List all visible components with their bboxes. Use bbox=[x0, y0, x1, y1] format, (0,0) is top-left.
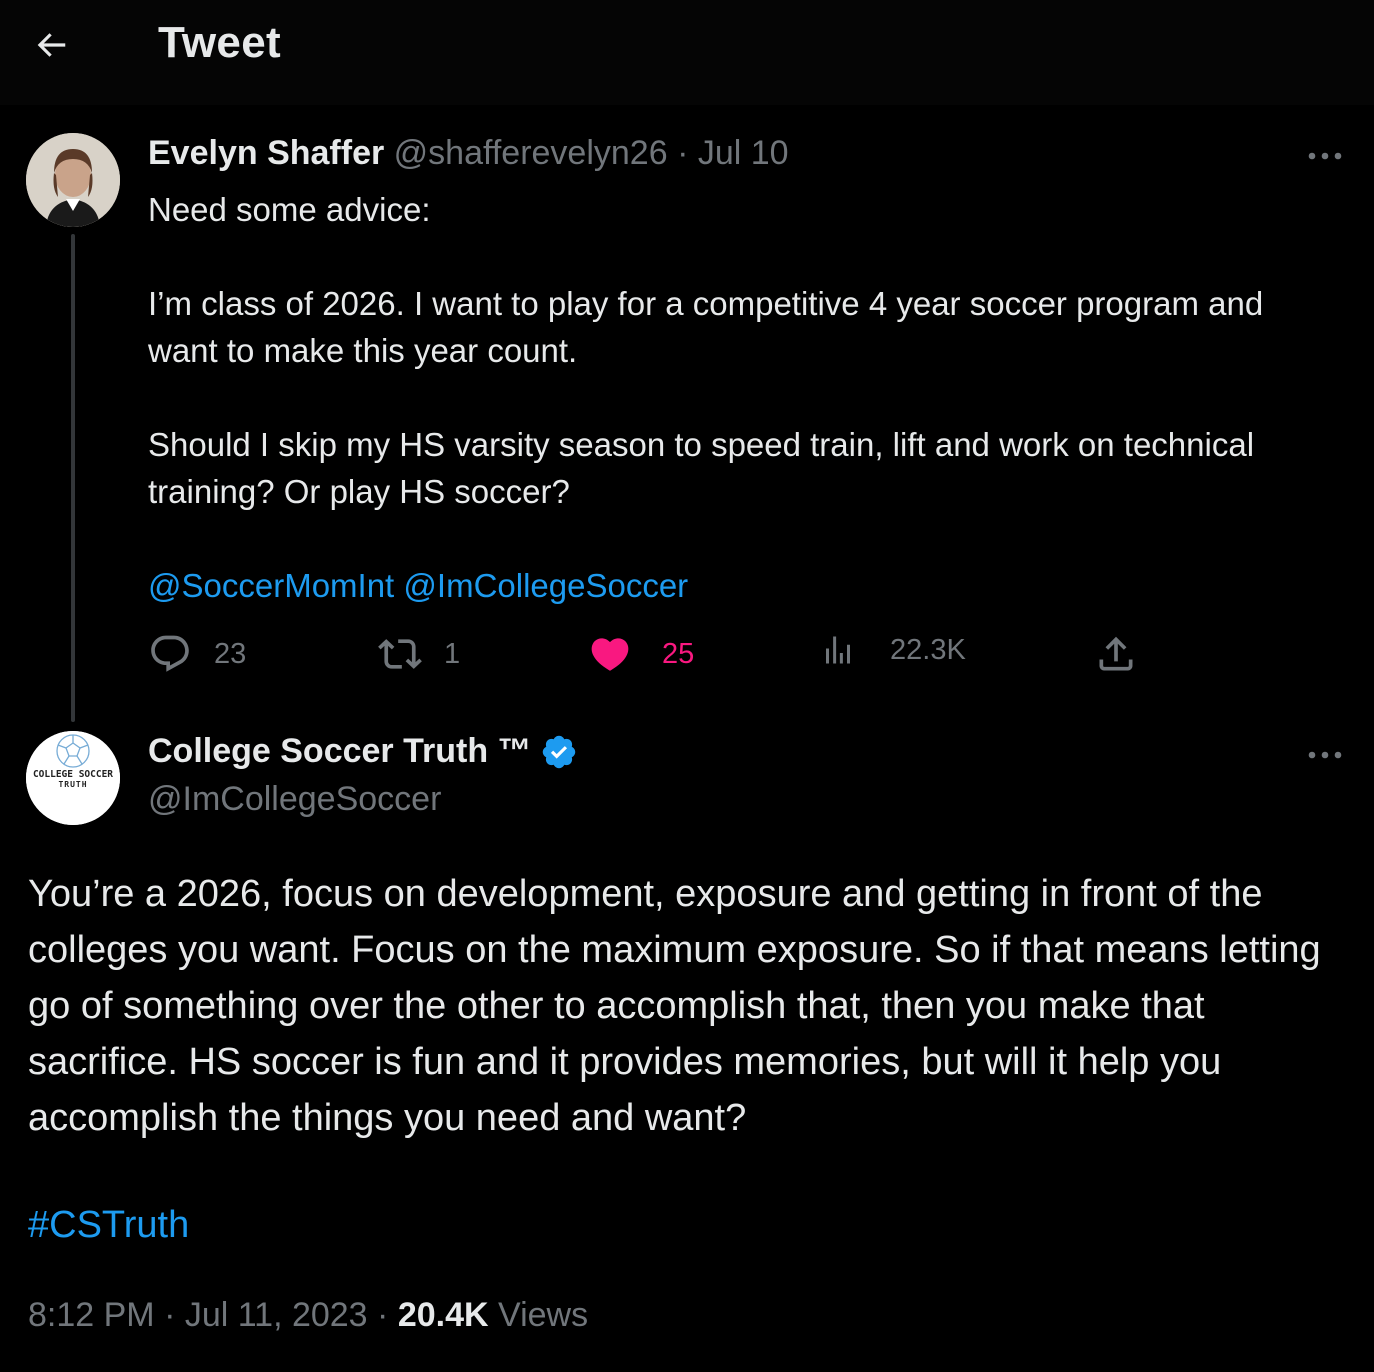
tweet-text-paragraph: Should I skip my HS varsity season to sp… bbox=[148, 426, 1255, 510]
view-count: 22.3K bbox=[890, 633, 966, 666]
tweet-time[interactable]: 8:12 PM bbox=[28, 1296, 155, 1334]
reply-author-name-row: College Soccer Truth ™ bbox=[148, 732, 578, 771]
verified-badge-icon[interactable] bbox=[540, 733, 578, 771]
heart-filled-icon bbox=[591, 638, 629, 671]
share-button[interactable] bbox=[1094, 632, 1138, 676]
arrow-left-icon bbox=[37, 33, 66, 57]
author-handle[interactable]: @shafferevelyn26 bbox=[394, 134, 668, 172]
top-bar: Tweet bbox=[0, 0, 1374, 105]
more-options-button[interactable] bbox=[1305, 740, 1345, 770]
avatar-logo-text: TRUTH bbox=[58, 780, 87, 789]
meta-separator: · bbox=[377, 1296, 389, 1334]
author-name[interactable]: Evelyn Shaffer bbox=[148, 134, 384, 172]
share-upload-icon bbox=[1099, 636, 1133, 671]
avatar-logo-text: COLLEGE SOCCER bbox=[33, 769, 113, 780]
page-title: Tweet bbox=[158, 18, 281, 67]
tweet-timestamp-views: 8:12 PM · Jul 11, 2023 · 20.4K Views bbox=[28, 1296, 588, 1335]
thread-connector-line bbox=[71, 234, 75, 722]
reply-tweet-text: You’re a 2026, focus on development, exp… bbox=[28, 873, 1321, 1139]
like-count: 25 bbox=[662, 637, 695, 670]
mention-link[interactable]: @SoccerMomInt bbox=[148, 567, 394, 604]
tweet-author-meta: Evelyn Shaffer @shafferevelyn26 · Jul 10 bbox=[148, 134, 789, 173]
author-name[interactable]: College Soccer Truth ™ bbox=[148, 732, 532, 771]
avatar-evelyn-shaffer[interactable] bbox=[26, 133, 120, 227]
meta-separator: · bbox=[164, 1296, 176, 1334]
views-button[interactable]: 22.3K bbox=[820, 632, 966, 668]
retweet-button[interactable]: 1 bbox=[378, 632, 460, 676]
views-count: 20.4K bbox=[397, 1296, 489, 1334]
views-label: Views bbox=[498, 1296, 589, 1334]
back-button[interactable] bbox=[26, 20, 76, 70]
retweet-icon bbox=[378, 639, 422, 669]
avatar-college-soccer-truth[interactable]: COLLEGE SOCCER TRUTH bbox=[26, 731, 120, 825]
reply-button[interactable]: 23 bbox=[148, 632, 246, 676]
tweet-date[interactable]: Jul 11, 2023 bbox=[185, 1296, 368, 1334]
retweet-count: 1 bbox=[444, 637, 461, 670]
meta-separator: · bbox=[677, 134, 689, 172]
more-horizontal-icon bbox=[1308, 152, 1342, 160]
analytics-bar-icon bbox=[826, 636, 850, 664]
mention-link[interactable]: @ImCollegeSoccer bbox=[403, 567, 688, 604]
like-button[interactable]: 25 bbox=[588, 632, 694, 676]
more-options-button[interactable] bbox=[1305, 141, 1345, 171]
reply-count: 23 bbox=[214, 637, 247, 670]
more-horizontal-icon bbox=[1308, 751, 1342, 759]
tweet-text: Need some advice: I’m class of 2026. I w… bbox=[148, 186, 1328, 609]
tweet-text-line: Need some advice: bbox=[148, 191, 431, 228]
tweet-date[interactable]: Jul 10 bbox=[698, 134, 789, 172]
tweet-mentions: @SoccerMomInt @ImCollegeSoccer bbox=[148, 562, 1328, 609]
reply-icon bbox=[151, 635, 189, 672]
author-handle[interactable]: @ImCollegeSoccer bbox=[148, 780, 441, 819]
hashtag-link[interactable]: #CSTruth bbox=[28, 1204, 189, 1247]
tweet-text-paragraph: I’m class of 2026. I want to play for a … bbox=[148, 285, 1264, 369]
